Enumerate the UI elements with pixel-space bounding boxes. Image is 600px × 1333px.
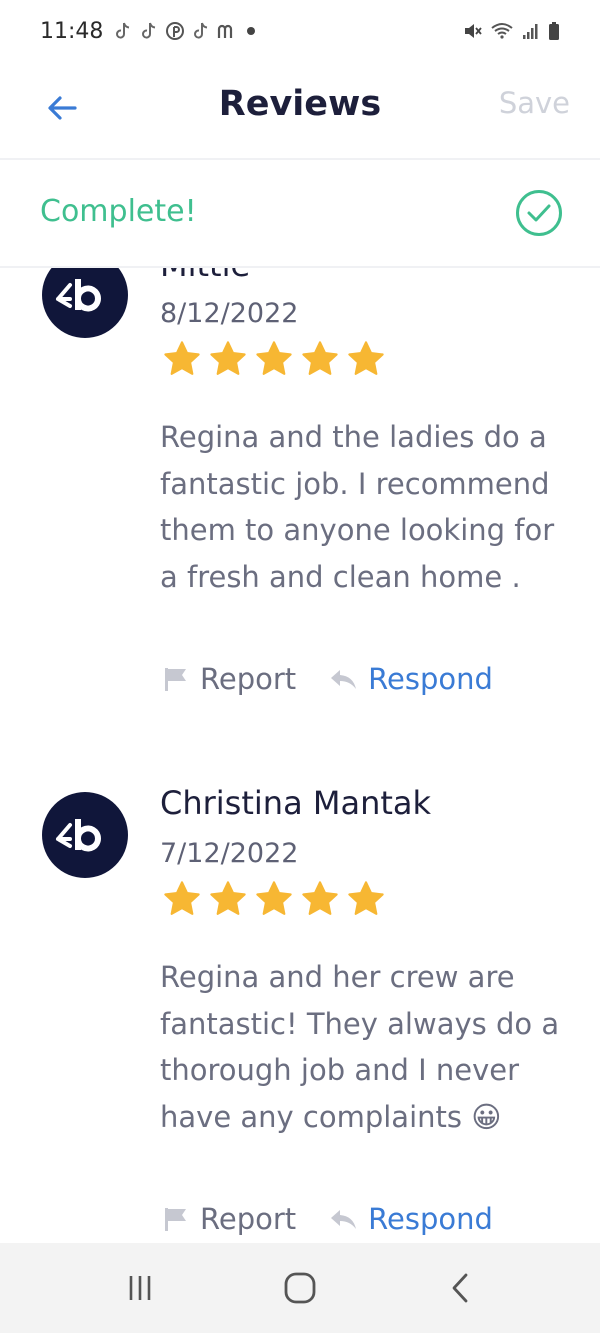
tiktok-icon: [116, 22, 130, 39]
star-icon: [210, 881, 246, 915]
star-icon: [348, 881, 384, 915]
reviewer-avatar: [42, 268, 128, 338]
messenger-m-icon: [218, 24, 233, 38]
check-circle-icon: [516, 190, 562, 236]
signal-icon: [523, 24, 538, 39]
status-bar: 11:48: [0, 0, 600, 62]
app-header: Reviews Save: [0, 62, 600, 158]
reviewer-avatar: [42, 792, 128, 878]
star-icon: [164, 341, 200, 375]
brand-logo-icon: [56, 279, 101, 312]
wifi-icon: [491, 23, 513, 39]
mute-icon: [465, 24, 482, 38]
report-label: Report: [200, 1202, 297, 1236]
report-button[interactable]: Report: [162, 1202, 296, 1236]
respond-label: Respond: [368, 662, 493, 696]
star-icon: [348, 341, 384, 375]
back-nav-icon: [452, 1273, 468, 1303]
battery-icon: [549, 22, 559, 40]
system-back-button[interactable]: [430, 1258, 490, 1318]
complete-label: Complete!: [40, 194, 197, 229]
review-actions: Report Respond: [162, 1202, 493, 1236]
tiktok-icon: [194, 22, 208, 39]
home-icon: [284, 1272, 316, 1304]
star-icon: [256, 341, 292, 375]
system-navigation-bar: [0, 1243, 600, 1333]
star-icon: [302, 341, 338, 375]
reply-icon: [331, 670, 357, 689]
review-text: Regina and the ladies do a fantastic job…: [160, 420, 555, 594]
pinterest-icon: [166, 22, 185, 40]
reply-icon: [331, 1210, 357, 1229]
respond-label: Respond: [368, 1202, 493, 1236]
system-icons: [462, 21, 560, 41]
arrow-left-icon: [48, 96, 77, 120]
report-label: Report: [200, 662, 297, 696]
save-button[interactable]: Save: [499, 86, 570, 120]
star-icon: [210, 341, 246, 375]
respond-button[interactable]: Respond: [328, 662, 493, 696]
reviewer-name: Mittie: [160, 268, 250, 284]
star-rating: [160, 338, 388, 380]
reviews-list[interactable]: Mittie 8/12/2022 Regina and the ladies d…: [0, 268, 600, 1243]
review-date: 8/12/2022: [160, 298, 299, 329]
more-notifications-dot: [247, 27, 256, 35]
flag-icon: [165, 1208, 186, 1231]
star-rating: [160, 878, 388, 920]
recent-apps-button[interactable]: [110, 1258, 170, 1318]
report-button[interactable]: Report: [162, 662, 296, 696]
recent-apps-icon: [129, 1276, 151, 1300]
completion-status-bar: Complete!: [0, 160, 600, 266]
review-date: 7/12/2022: [160, 838, 299, 869]
star-icon: [256, 881, 292, 915]
notification-icons: [113, 21, 239, 41]
star-icon: [302, 881, 338, 915]
review-text: Regina and her crew are fantastic! They …: [160, 960, 560, 1134]
back-button[interactable]: [42, 88, 82, 128]
status-time: 11:48: [40, 18, 104, 44]
review-actions: Report Respond: [162, 662, 493, 696]
tiktok-icon: [142, 22, 156, 39]
flag-icon: [165, 668, 186, 691]
respond-button[interactable]: Respond: [328, 1202, 493, 1236]
star-icon: [164, 881, 200, 915]
reviewer-name: Christina Mantak: [160, 784, 432, 822]
home-button[interactable]: [270, 1258, 330, 1318]
brand-logo-icon: [56, 819, 101, 852]
